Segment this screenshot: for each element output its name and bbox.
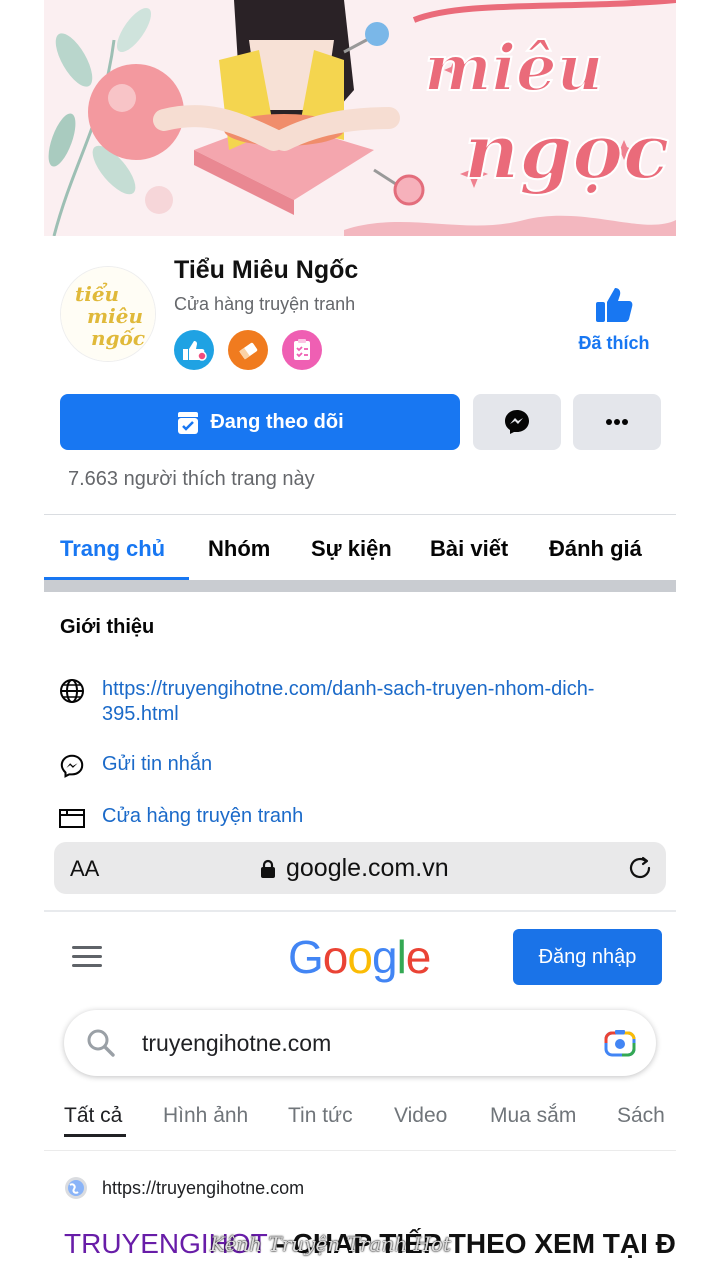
tab-shopping[interactable]: Mua sắm bbox=[490, 1104, 576, 1128]
google-logo[interactable]: Google bbox=[288, 930, 432, 984]
logo-letter: o bbox=[322, 931, 349, 983]
cover-title-line2: ngọc bbox=[464, 107, 669, 196]
page-title[interactable]: Tiểu Miêu Ngốc bbox=[174, 256, 358, 285]
url-text: google.com.vn bbox=[286, 854, 449, 882]
more-dots-icon bbox=[606, 419, 628, 425]
cover-illustration: miêu ngọc bbox=[44, 0, 676, 236]
globe-icon bbox=[58, 677, 86, 705]
section-separator bbox=[44, 580, 676, 592]
search-icon[interactable] bbox=[86, 1028, 116, 1063]
page-tabs: Trang chủ Nhóm Sự kiện Bài viết Đánh giá bbox=[44, 516, 676, 580]
liked-label: Đã thích bbox=[578, 333, 650, 353]
logo-letter: e bbox=[405, 931, 432, 983]
google-lens-icon[interactable] bbox=[604, 1028, 636, 1063]
website-row[interactable]: https://truyengihotne.com/danh-sach-truy… bbox=[58, 677, 642, 727]
reload-icon[interactable] bbox=[626, 854, 654, 887]
divider bbox=[44, 1150, 676, 1151]
intro-heading: Giới thiệu bbox=[60, 616, 155, 638]
tab-all[interactable]: Tất cả bbox=[64, 1104, 122, 1128]
site-favicon-icon bbox=[65, 1177, 87, 1199]
divider bbox=[44, 910, 676, 912]
text-size-button[interactable]: AA bbox=[70, 856, 99, 882]
search-box[interactable]: truyengihotne.com bbox=[64, 1010, 656, 1076]
messenger-button[interactable] bbox=[473, 394, 561, 450]
website-link[interactable]: https://truyengihotne.com/danh-sach-truy… bbox=[102, 677, 642, 727]
send-message-link[interactable]: Gửi tin nhắn bbox=[102, 752, 642, 777]
messenger-outline-icon bbox=[58, 752, 86, 780]
following-label: Đang theo dõi bbox=[210, 410, 344, 433]
cover-photo[interactable]: miêu ngọc bbox=[44, 0, 676, 236]
page-category: Cửa hàng truyện tranh bbox=[174, 294, 356, 314]
avatar-text-2: miêu bbox=[87, 304, 143, 328]
message-row[interactable]: Gửi tin nhắn bbox=[58, 752, 642, 780]
creator-badge-icon[interactable] bbox=[228, 330, 268, 370]
tab-groups[interactable]: Nhóm bbox=[208, 536, 270, 562]
tab-news[interactable]: Tin tức bbox=[288, 1104, 353, 1128]
screenshot-frame: miêu ngọc tiểu miêu ngốc Tiểu Miêu Ngốc … bbox=[44, 0, 676, 1280]
avatar-text-3: ngốc bbox=[91, 326, 145, 350]
avatar-logo: tiểu miêu ngốc bbox=[61, 267, 155, 361]
watermark-text: Kênh Truyện Tranh Hot bbox=[210, 1232, 451, 1256]
likes-count: 7.663 người thích trang này bbox=[68, 468, 315, 490]
tab-posts[interactable]: Bài viết bbox=[430, 536, 508, 562]
messenger-icon bbox=[505, 410, 529, 434]
cover-title-line1: miêu bbox=[424, 31, 603, 106]
tab-reviews[interactable]: Đánh giá bbox=[549, 536, 642, 562]
divider bbox=[44, 514, 676, 515]
category-link[interactable]: Cửa hàng truyện tranh bbox=[102, 804, 642, 829]
logo-letter: g bbox=[371, 931, 398, 983]
avatar-text-1: tiểu bbox=[75, 281, 119, 306]
url-field[interactable]: google.com.vn bbox=[260, 854, 449, 883]
tab-images[interactable]: Hình ảnh bbox=[163, 1104, 248, 1128]
result-url: https://truyengihotne.com bbox=[102, 1177, 305, 1198]
following-button[interactable]: Đang theo dõi bbox=[60, 394, 460, 450]
tab-books[interactable]: Sách bbox=[617, 1104, 665, 1128]
fan-badge-icon[interactable] bbox=[174, 330, 214, 370]
tab-events[interactable]: Sự kiện bbox=[311, 536, 392, 562]
search-input[interactable]: truyengihotne.com bbox=[142, 1030, 331, 1057]
following-check-icon bbox=[178, 412, 199, 434]
logo-letter: o bbox=[347, 931, 373, 983]
checklist-badge-icon[interactable] bbox=[282, 330, 322, 370]
logo-letter: G bbox=[288, 931, 324, 983]
badges-row bbox=[174, 330, 322, 370]
thumbs-up-icon bbox=[596, 288, 633, 322]
tab-home[interactable]: Trang chủ bbox=[60, 536, 165, 562]
browser-address-bar[interactable]: AA google.com.vn bbox=[54, 842, 666, 894]
more-options-button[interactable] bbox=[573, 394, 661, 450]
tab-video[interactable]: Video bbox=[394, 1104, 447, 1128]
lock-icon bbox=[261, 859, 275, 878]
category-row[interactable]: Cửa hàng truyện tranh bbox=[58, 804, 642, 832]
active-search-tab-indicator bbox=[64, 1134, 126, 1137]
page-avatar[interactable]: tiểu miêu ngốc bbox=[60, 266, 156, 362]
logo-letter: l bbox=[396, 931, 407, 983]
sign-in-button[interactable]: Đăng nhập bbox=[513, 929, 662, 985]
search-tabs: Tất cả Hình ảnh Tin tức Video Mua sắm Sá… bbox=[44, 1098, 676, 1140]
category-tag-icon bbox=[58, 804, 86, 832]
liked-button[interactable]: Đã thích bbox=[566, 286, 662, 354]
result-url-row[interactable]: https://truyengihotne.com bbox=[64, 1176, 304, 1200]
menu-icon[interactable] bbox=[72, 946, 102, 973]
